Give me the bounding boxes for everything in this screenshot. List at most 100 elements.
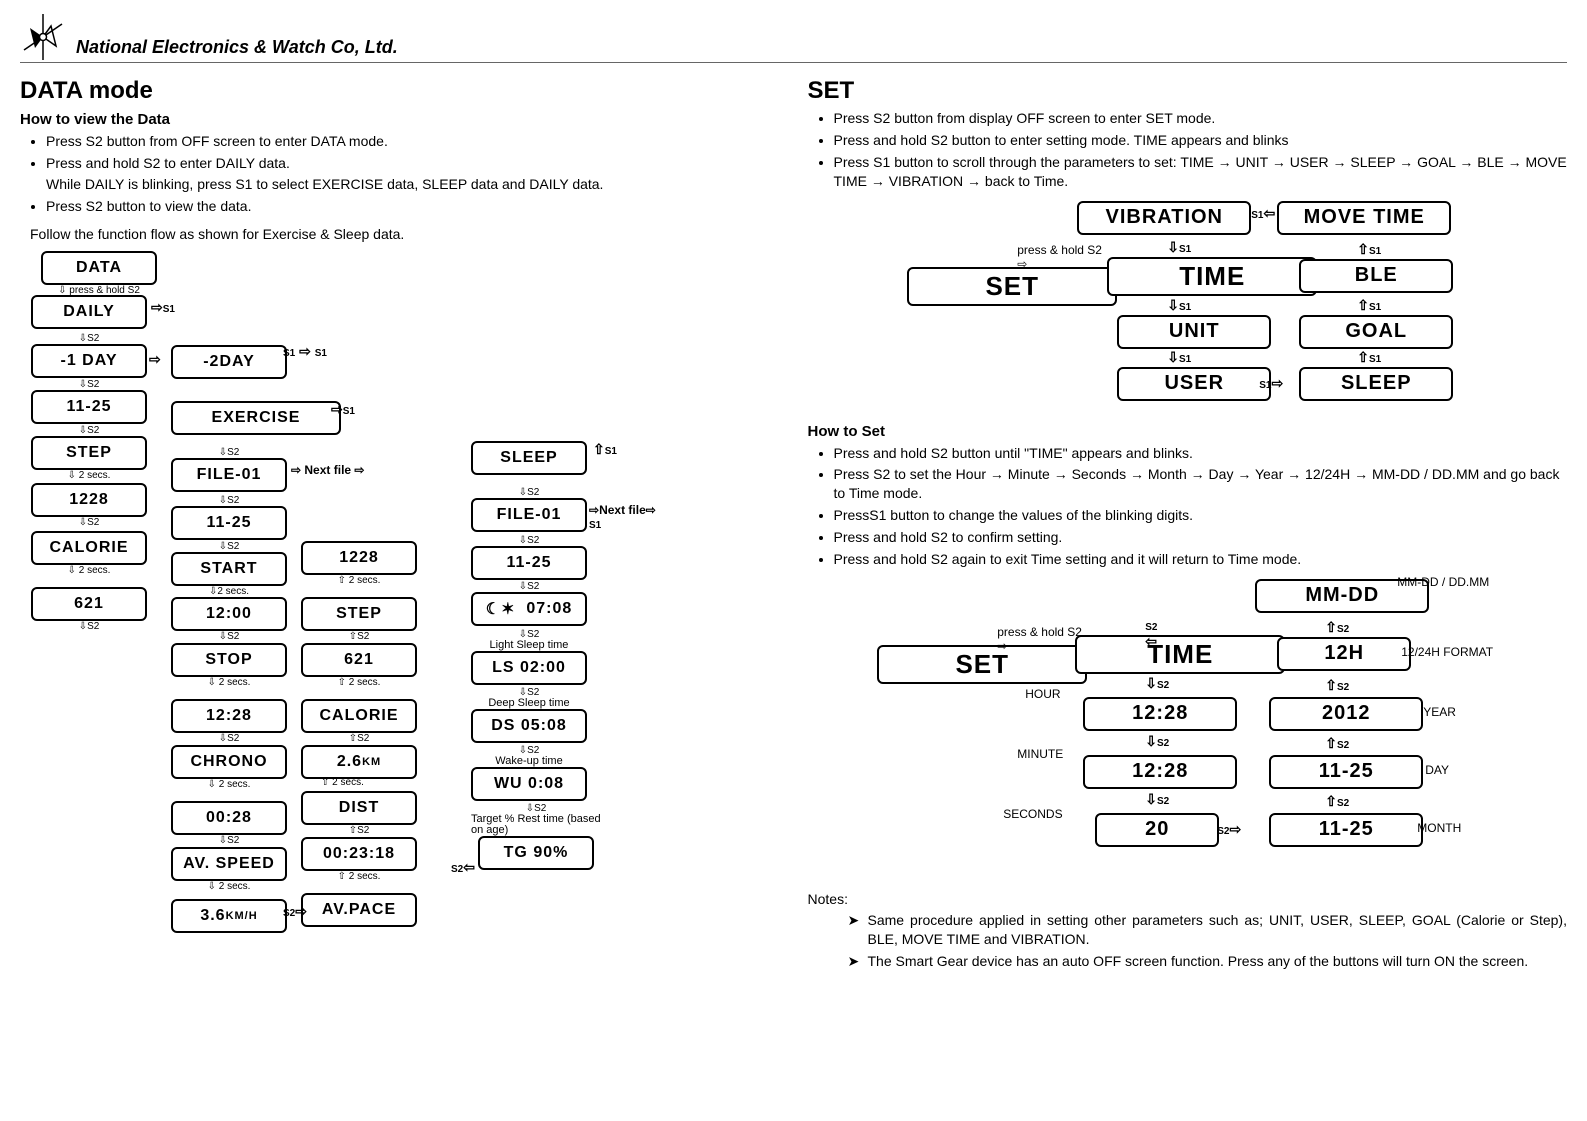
unit-down-s1: ⇩S1 [1167,349,1191,366]
bullet-3: Press S2 button to view the data. [46,197,780,216]
lcd-step-val: 1228 [31,483,147,517]
time-down-s2: ⇩S2 [1145,675,1169,692]
lcd-deep-sleep: DS 05:08 [471,709,587,743]
min-down-s2: ⇩S2 [1145,791,1169,808]
right-column: SET Press S2 button from display OFF scr… [808,77,1568,977]
sleep-next-file: ⇨Next file⇨S1 [589,503,656,531]
arrow-s1-right: ⇨S1 [151,299,175,316]
lcd-sleep: SLEEP [471,441,587,475]
target-label: Target % Rest time (based on age) [471,814,601,836]
arrow-pace: S2⇨ [283,903,307,920]
compass-logo-icon [20,14,66,60]
lcd-target: TG 90% [478,836,594,870]
lcd-set: SET [907,267,1117,306]
company-name: National Electronics & Watch Co, Ltd. [76,37,398,58]
wake-label: Wake-up time [495,756,562,767]
bullet-2-text: Press and hold S2 to enter DAILY data. [46,155,290,171]
lcd-av-pace: AV.PACE [301,893,417,927]
time-up-s2: S2⇦ [1145,617,1157,650]
lcd-dist-time: 00:23:18 [301,837,417,871]
left-column: DATA mode How to view the Data Press S2 … [20,77,780,977]
lcd-sleep-file: FILE-01 [471,498,587,532]
lcd-chrono-val: 00:28 [171,801,287,835]
sec-right-s2: S2⇨ [1217,821,1241,838]
lcd-file01: FILE-01 [171,458,287,492]
data-bullets: Press S2 button from OFF screen to enter… [20,132,780,216]
lcd-cal2-val: 621 [301,643,417,677]
lcd-vibration: VIBRATION [1077,201,1251,235]
lcd-ex-date: 11-25 [171,506,287,540]
lcd-sleep2: SLEEP [1299,367,1453,401]
lcd-hour: 12:28 [1083,697,1237,731]
hour-label: HOUR [1025,687,1060,701]
arrow-exercise-s1: ⇨S1 [331,401,355,418]
set-b5: Press and hold S2 again to exit Time set… [834,550,1568,569]
set-b4: Press and hold S2 to confirm setting. [834,528,1568,547]
lcd-cal2: CALORIE [301,699,417,733]
year-label: YEAR [1423,705,1456,719]
data-mode-title: DATA mode [20,77,780,105]
year-up-s2: ⇧S2 [1325,677,1349,694]
lcd-start-val: 12:00 [171,597,287,631]
lcd-time: TIME [1107,257,1317,296]
bullet-2-sub: While DAILY is blinking, press S1 to sel… [46,175,780,194]
lcd-stop-val: 12:28 [171,699,287,733]
user-right-s1: S1⇨ [1259,375,1283,392]
day-up-s2: ⇧S2 [1325,735,1349,752]
lcd-year: 2012 [1269,697,1423,731]
how-to-set-bullets: Press and hold S2 button until "TIME" ap… [808,444,1568,569]
arrow-right-2day: ⇨ [149,351,161,368]
lcd-seconds: 20 [1095,813,1219,847]
goal-up-s1: ⇧S1 [1357,297,1381,314]
how-to-view: How to view the Data [20,111,780,128]
minute-label: MINUTE [1017,747,1063,761]
deep-sleep-label: Deep Sleep time [488,698,569,709]
h12-label: 12/24H FORMAT [1401,645,1493,659]
vib-down-s1: ⇩S1 [1167,239,1191,256]
arrow-s1-s1: S1 ⇨ S1 [283,343,327,360]
lcd-chrono: CHRONO [171,745,287,779]
movetime-left-s1: S1⇦ [1251,205,1275,222]
lcd-movetime: MOVE TIME [1277,201,1451,235]
lcd-day: 11-25 [1269,755,1423,789]
set-bullet-2: Press and hold S2 button to enter settin… [834,131,1568,150]
sleep-loop-s2: S2⇦ [451,859,475,876]
lcd-dist-km: 2.6KM [301,745,417,779]
note-2: The Smart Gear device has an auto OFF sc… [868,952,1568,971]
notes-list: Same procedure applied in setting other … [808,911,1568,971]
month-up-s2: ⇧S2 [1325,793,1349,810]
lcd-dist: DIST [301,791,417,825]
lcd-ble: BLE [1299,259,1453,293]
bullet-1: Press S2 button from OFF screen to enter… [46,132,780,151]
set-bullets-top: Press S2 button from display OFF screen … [808,109,1568,191]
lcd-date: 11-25 [31,390,147,424]
note-1: Same procedure applied in setting other … [868,911,1568,949]
time-setting-diagram: SET press & hold S2⇨ TIME HOUR ⇩S2 S2⇦ 1… [877,575,1497,885]
set-cycle-diagram: SET press & hold S2⇨ TIME ⇩S1 UNIT ⇩S1 U… [907,197,1467,417]
lcd-step: STEP [31,436,147,470]
lcd-month: 11-25 [1269,813,1423,847]
light-sleep-label: Light Sleep time [490,640,569,651]
lcd-sleep-time: ☾✶ 07:08 [471,592,587,626]
mmdd-label: MM-DD / DD.MM [1397,575,1489,589]
lcd-calorie: CALORIE [31,531,147,565]
next-file-note: ⇨ Next file ⇨ [291,463,364,477]
lcd-wake: WU 0:08 [471,767,587,801]
data-flow-diagram: DATA ⇩ press & hold S2 DAILY ⇨S1 ⇩S2-1 D… [30,250,682,902]
sleep-up-s1: ⇧S1 [1357,349,1381,366]
lcd-data: DATA [41,251,157,285]
lcd-goal: GOAL [1299,315,1453,349]
lcd-minute: 12:28 [1083,755,1237,789]
set-bullet-3: Press S1 button to scroll through the pa… [834,153,1568,191]
page-header: National Electronics & Watch Co, Ltd. [20,14,1567,63]
lcd-step2: STEP [301,597,417,631]
lcd-sleep-date: 11-25 [471,546,587,580]
lcd-stop: STOP [171,643,287,677]
lcd-step2-val: 1228 [301,541,417,575]
month-label: MONTH [1417,821,1461,835]
press-hold-note: press & hold S2⇨ [1017,243,1102,271]
lcd-minus2day: -2DAY [171,345,287,379]
up-2secs: ⇧ 2 secs. [321,777,364,788]
sleep-up-s1: ⇧S1 [593,441,617,458]
h12-up-s2: ⇧S2 [1325,619,1349,636]
